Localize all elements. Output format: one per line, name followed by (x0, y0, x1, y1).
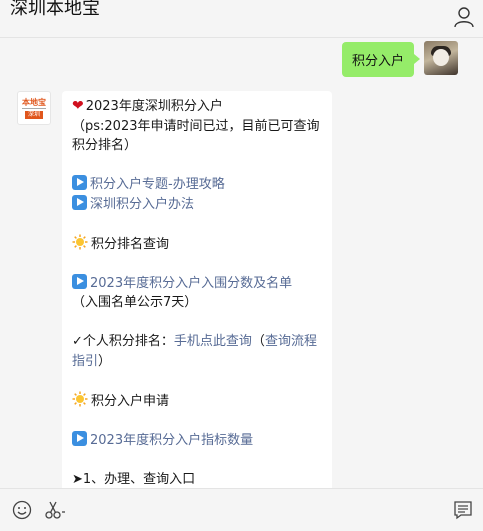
user-avatar[interactable] (424, 41, 458, 75)
smile-icon[interactable] (12, 500, 32, 520)
section-heading: 积分排名查询 (72, 234, 324, 255)
sun-icon (72, 234, 88, 250)
chat-area[interactable]: 积分入户 本地宝 深圳 ❤ 2023年度深圳积分入户 （ps:2023年申请时间已… (0, 39, 483, 488)
paren-open: （ (251, 334, 265, 349)
app-header: 深圳本地宝 (0, 0, 483, 38)
link-topic-guide[interactable]: 积分入户专题-办理攻略 (90, 177, 225, 192)
person-icon[interactable] (453, 6, 475, 28)
list-item: 2023年度积分入户指标数量 (72, 430, 324, 451)
input-toolbar (0, 488, 483, 531)
play-button-icon (72, 273, 87, 289)
logo-tag: 深圳 (24, 110, 43, 119)
paren-close: ） (98, 353, 112, 369)
list-item: 2023年度积分入户入围分数及名单 (72, 273, 324, 294)
outgoing-message-row: 积分入户 (341, 41, 458, 77)
scissors-icon[interactable] (44, 500, 66, 520)
logo-text: 本地宝 (22, 97, 46, 107)
link-quota[interactable]: 2023年度积分入户指标数量 (90, 433, 253, 448)
list-item: ✓个人积分排名：手机点此查询（查询流程指引） (72, 332, 324, 371)
link-policy[interactable]: 深圳积分入户办法 (90, 197, 194, 212)
bot-avatar[interactable]: 本地宝 深圳 (17, 91, 51, 125)
red-heart-icon: ❤ (72, 98, 84, 114)
outgoing-message-bubble[interactable]: 积分入户 (341, 42, 421, 77)
link-mobile-query[interactable]: 手机点此查询 (174, 334, 252, 349)
list-item: 积分入户专题-办理攻略 (72, 175, 324, 195)
chat-title: 深圳本地宝 (10, 0, 100, 19)
message-title-line: ❤ 2023年度深圳积分入户 (72, 97, 324, 117)
message-note: （ps:2023年申请时间已过，目前已可查询积分排名） (72, 118, 320, 154)
play-button-icon (72, 194, 87, 210)
section-title: 积分排名查询 (91, 236, 170, 252)
play-button-icon (72, 430, 87, 446)
incoming-message-bubble: ❤ 2023年度深圳积分入户 （ps:2023年申请时间已过，目前已可查询积分排名… (62, 91, 332, 488)
link-shortlist[interactable]: 2023年度积分入户入围分数及名单 (90, 276, 292, 291)
message-icon[interactable] (453, 500, 473, 520)
section-title: 积分入户申请 (91, 393, 170, 409)
logo-divider (22, 107, 46, 109)
list-item: ➤1、办理、查询入口 (72, 471, 196, 487)
message-note: （入围名单公示7天） (72, 295, 198, 310)
sun-icon (72, 391, 88, 407)
check-label: ✓个人积分排名： (72, 334, 174, 349)
section-heading: 积分入户申请 (72, 391, 324, 412)
play-button-icon (72, 175, 87, 190)
list-item: 深圳积分入户办法 (72, 194, 324, 215)
message-title: 2023年度深圳积分入户 (85, 99, 223, 114)
